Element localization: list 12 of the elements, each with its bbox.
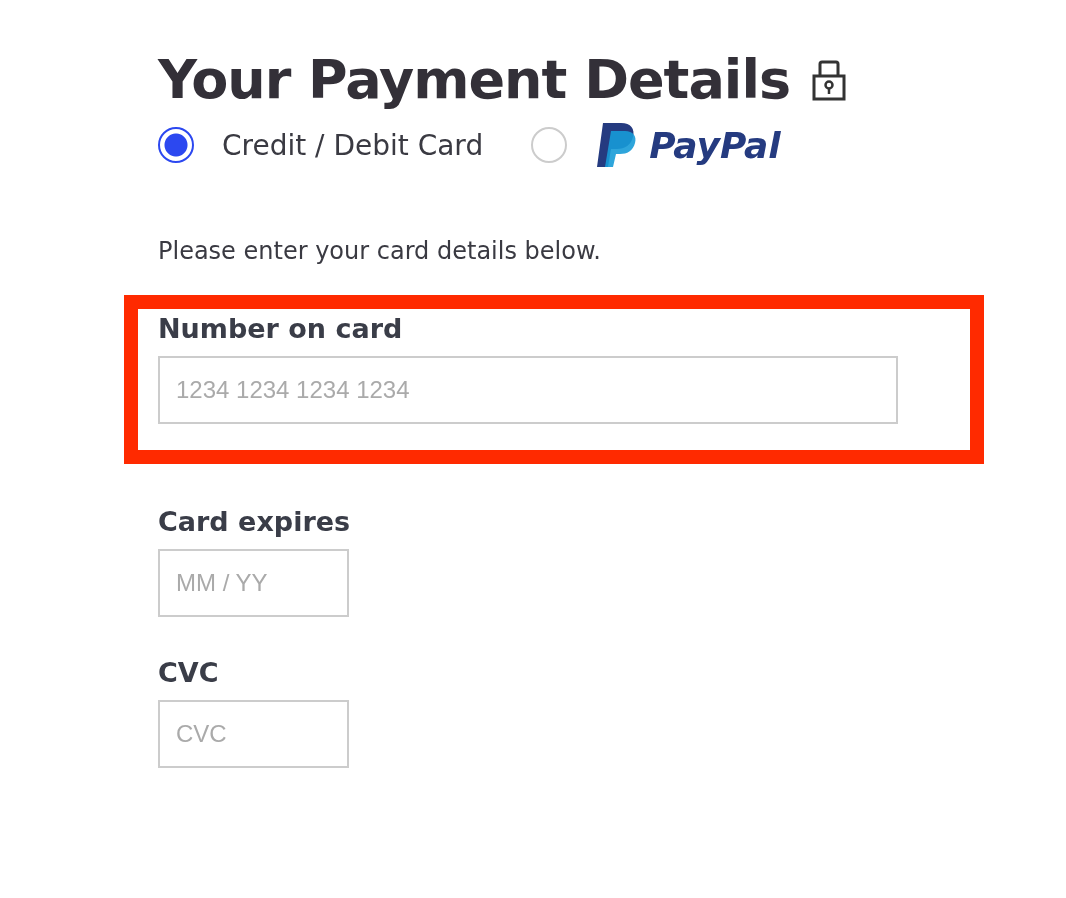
page-title: Your Payment Details (158, 48, 791, 111)
lock-icon (812, 58, 847, 101)
instruction-text: Please enter your card details below. (158, 237, 602, 265)
field-label: Number on card (158, 313, 404, 344)
input-field[interactable]: MM / YY (158, 549, 349, 617)
input-field[interactable]: CVC (158, 700, 349, 768)
radio-button[interactable] (158, 127, 194, 163)
payment-option-label[interactable]: Credit / Debit Card (222, 128, 484, 162)
input-field[interactable]: 1234 1234 1234 1234 (158, 356, 898, 424)
field-label: CVC (158, 657, 220, 688)
field-label: Card expires (158, 506, 352, 537)
paypal-logo[interactable]: PayPal (649, 124, 781, 166)
